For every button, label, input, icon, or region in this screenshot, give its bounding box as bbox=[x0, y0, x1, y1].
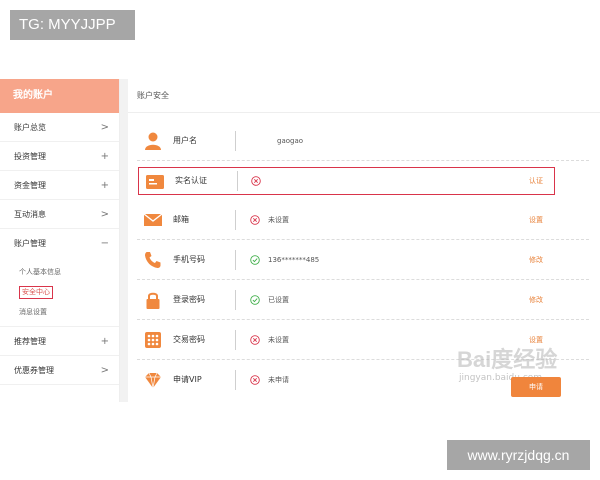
sidebar-item-account[interactable]: 账户管理 − bbox=[0, 229, 119, 258]
minus-icon: − bbox=[100, 238, 109, 249]
sidebar-item-label: 优惠券管理 bbox=[14, 366, 54, 375]
sidebar-item-label: 账户总览 bbox=[14, 123, 46, 132]
row-label: 手机号码 bbox=[173, 255, 205, 264]
diamond-icon bbox=[145, 372, 161, 389]
login-password-status: 已设置 bbox=[268, 296, 289, 304]
sidebar-item-investment[interactable]: 投资管理 + bbox=[0, 142, 119, 171]
x-circle-icon bbox=[251, 176, 261, 186]
sidebar-item-overview[interactable]: 账户总览 > bbox=[0, 113, 119, 142]
row-label: 交易密码 bbox=[173, 335, 205, 344]
row-label: 用户名 bbox=[173, 136, 197, 145]
login-password-edit-link[interactable]: 修改 bbox=[529, 280, 543, 320]
sidebar-header[interactable]: 我的账户 bbox=[0, 79, 119, 113]
divider bbox=[235, 330, 236, 350]
vip-status: 未申请 bbox=[268, 376, 289, 384]
sidebar-item-label: 资金管理 bbox=[14, 181, 46, 190]
phone-icon bbox=[145, 252, 161, 268]
row-label: 实名认证 bbox=[175, 176, 207, 185]
sidebar-item-referral[interactable]: 推荐管理 + bbox=[0, 327, 119, 356]
divider bbox=[235, 210, 236, 230]
divider bbox=[237, 171, 238, 191]
divider bbox=[235, 250, 236, 270]
sidebar-item-coupons[interactable]: 优惠券管理 > bbox=[0, 356, 119, 385]
row-real-name: 实名认证 认证 bbox=[138, 167, 555, 195]
chevron-right-icon: > bbox=[100, 365, 109, 376]
submenu-item-notifications[interactable]: 消息设置 bbox=[19, 302, 119, 322]
plus-icon: + bbox=[100, 336, 109, 347]
row-label: 登录密码 bbox=[173, 295, 205, 304]
submenu-item-security[interactable]: 安全中心 bbox=[19, 282, 119, 302]
keypad-icon bbox=[145, 332, 161, 348]
x-circle-icon bbox=[250, 215, 260, 225]
page: TG: MYYJJPP 我的账户 账户总览 > 投资管理 + 资金管理 + 互动… bbox=[0, 0, 600, 480]
sidebar-item-label: 账户管理 bbox=[14, 239, 46, 248]
row-username: 用户名 gaogao bbox=[137, 121, 589, 161]
lock-icon bbox=[146, 292, 160, 309]
x-circle-icon bbox=[250, 335, 260, 345]
check-circle-icon bbox=[250, 295, 260, 305]
sidebar: 我的账户 账户总览 > 投资管理 + 资金管理 + 互动消息 > 账户管理 − bbox=[0, 79, 120, 402]
username-value: gaogao bbox=[277, 137, 304, 145]
submenu-item-profile[interactable]: 个人基本信息 bbox=[19, 262, 119, 282]
row-email: 邮箱 未设置 设置 bbox=[137, 200, 589, 240]
verify-link[interactable]: 认证 bbox=[529, 168, 543, 194]
email-set-link[interactable]: 设置 bbox=[529, 200, 543, 240]
plus-icon: + bbox=[100, 151, 109, 162]
divider bbox=[235, 370, 236, 390]
sidebar-item-messages[interactable]: 互动消息 > bbox=[0, 200, 119, 229]
sidebar-item-funds[interactable]: 资金管理 + bbox=[0, 171, 119, 200]
divider bbox=[235, 131, 236, 151]
row-phone: 手机号码 136*******485 修改 bbox=[137, 240, 589, 280]
phone-edit-link[interactable]: 修改 bbox=[529, 240, 543, 280]
check-circle-icon bbox=[250, 255, 260, 265]
sidebar-item-label: 推荐管理 bbox=[14, 337, 46, 346]
chevron-right-icon: > bbox=[100, 209, 109, 220]
row-label: 邮箱 bbox=[173, 215, 189, 224]
x-circle-icon bbox=[250, 375, 260, 385]
tg-watermark: TG: MYYJJPP bbox=[10, 10, 135, 40]
trade-password-status: 未设置 bbox=[268, 336, 289, 344]
mail-icon bbox=[143, 213, 163, 226]
divider bbox=[235, 290, 236, 310]
sidebar-item-label: 投资管理 bbox=[14, 152, 46, 161]
id-card-icon bbox=[146, 175, 164, 189]
row-label: 申请VIP bbox=[173, 375, 202, 384]
sidebar-item-label: 互动消息 bbox=[14, 210, 46, 219]
user-icon bbox=[145, 132, 161, 150]
phone-value: 136*******485 bbox=[268, 256, 320, 264]
account-submenu: 个人基本信息 安全中心 消息设置 bbox=[0, 258, 119, 327]
baidu-watermark-brand: Bai度经验 bbox=[457, 347, 558, 372]
email-status: 未设置 bbox=[268, 216, 289, 224]
apply-vip-button[interactable]: 申请 bbox=[511, 377, 561, 397]
plus-icon: + bbox=[100, 180, 109, 191]
row-login-password: 登录密码 已设置 修改 bbox=[137, 280, 589, 320]
chevron-right-icon: > bbox=[100, 122, 109, 133]
submenu-item-label: 安全中心 bbox=[19, 286, 53, 299]
panel-title: 账户安全 bbox=[128, 79, 600, 113]
site-watermark: www.ryrzjdqg.cn bbox=[447, 440, 590, 470]
